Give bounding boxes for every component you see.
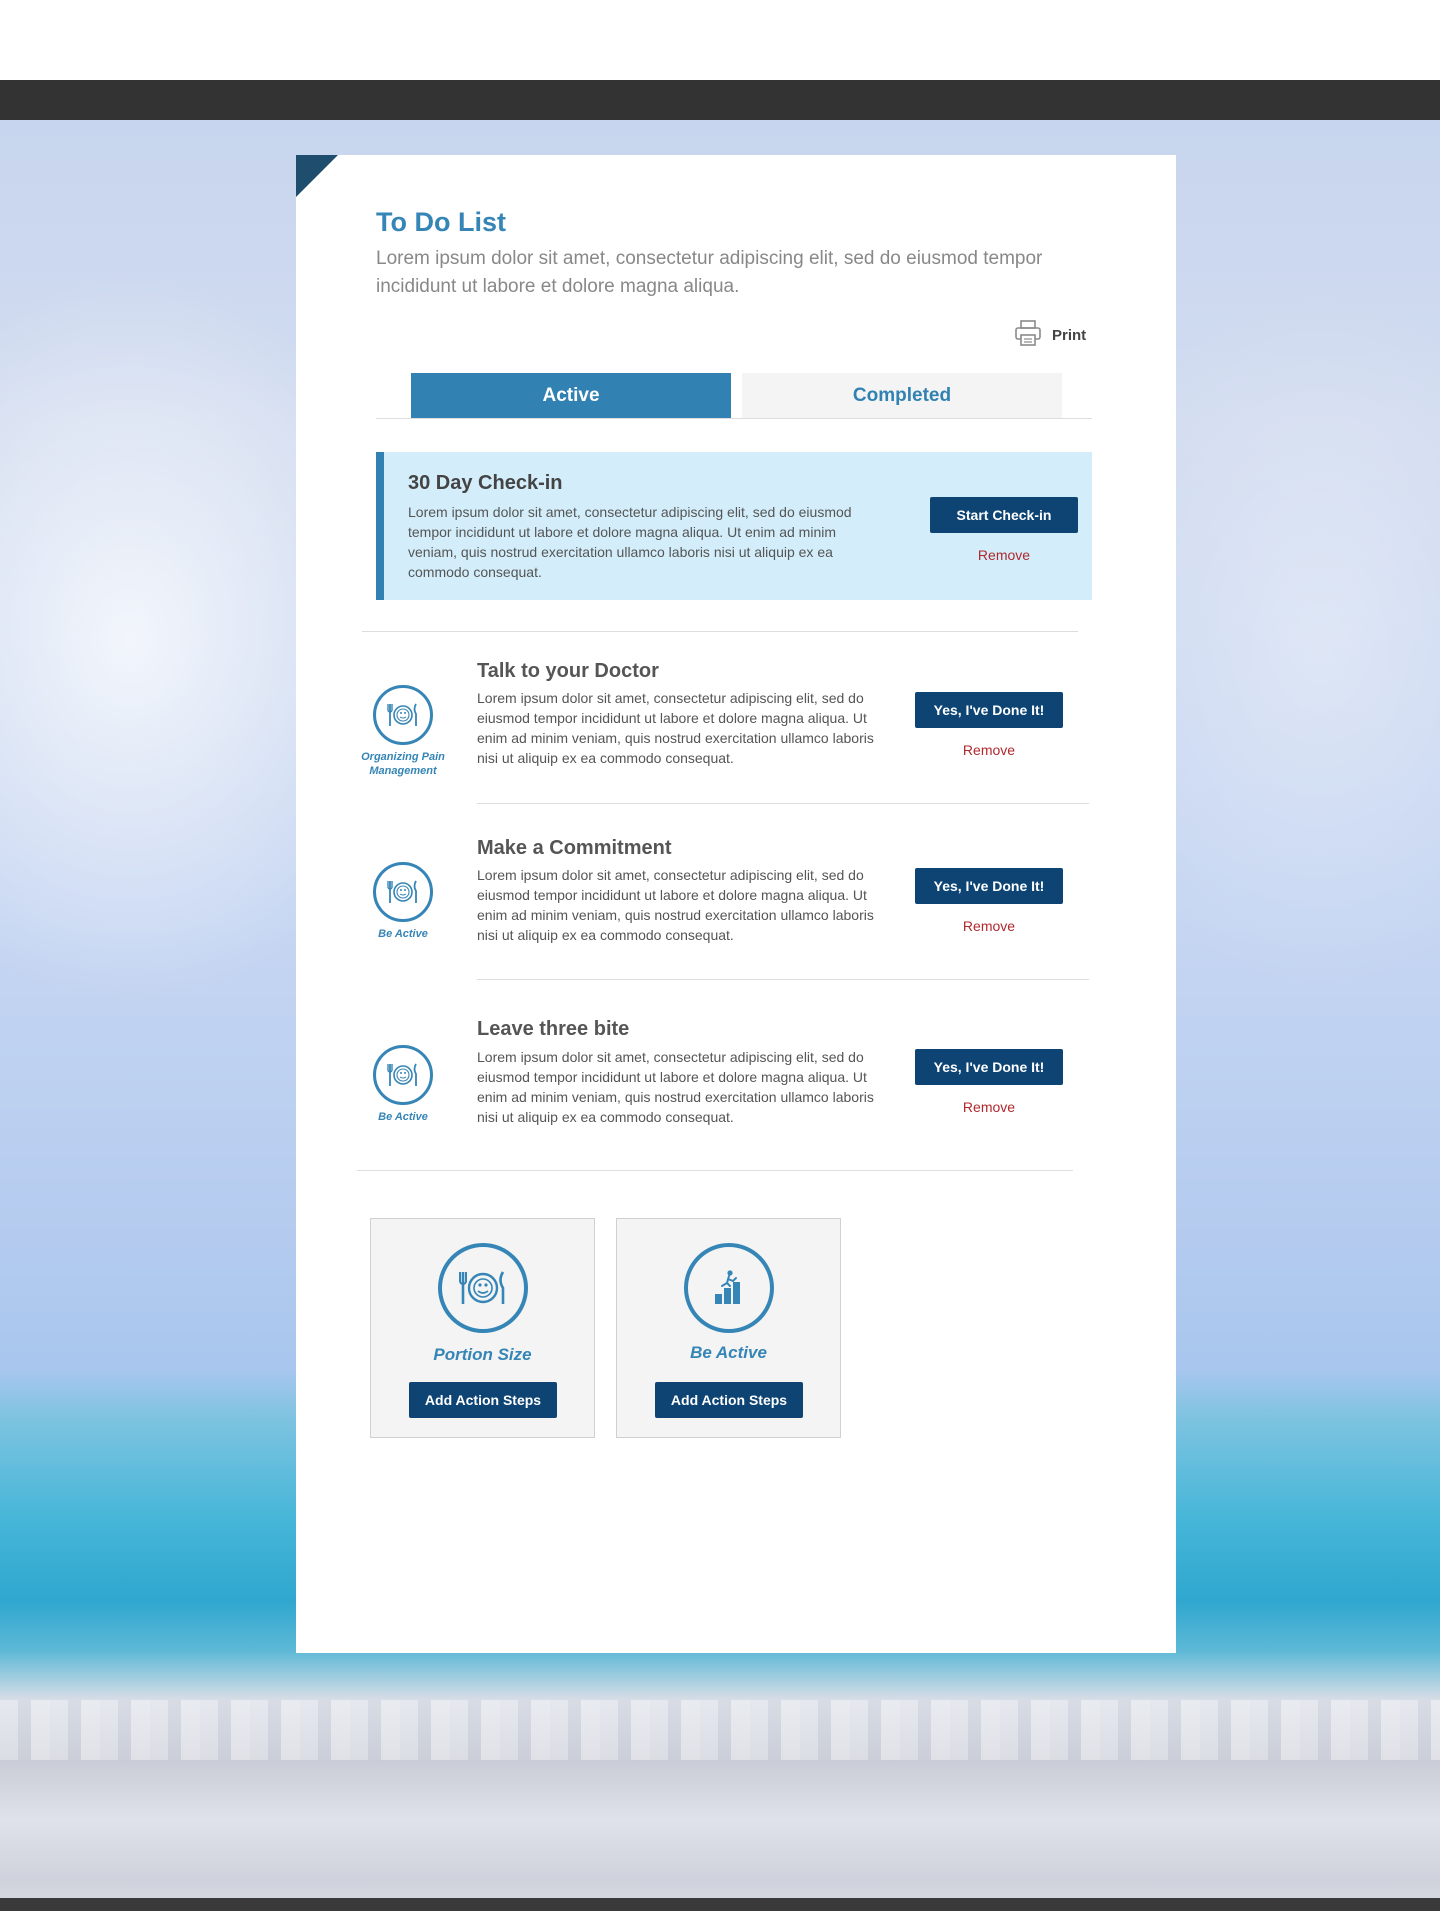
tab-active[interactable]: Active — [411, 373, 731, 419]
task-item: Be Active Leave three bite Lorem ipsum d… — [296, 1018, 1176, 1158]
task-category: Be Active — [378, 928, 428, 940]
checkin-panel: 30 Day Check-in Lorem ipsum dolor sit am… — [376, 452, 1092, 600]
page-title: To Do List — [376, 207, 506, 237]
action-tile: Be Active Add Action Steps — [616, 1218, 841, 1438]
todo-card: To Do List Lorem ipsum dolor sit amet, c… — [296, 155, 1176, 1653]
section-divider — [362, 631, 1078, 632]
task-title: Leave three bite — [477, 1018, 630, 1040]
printer-icon — [1014, 319, 1042, 351]
plate-fork-knife-icon — [373, 1045, 433, 1105]
remove-link[interactable]: Remove — [915, 1099, 1063, 1115]
done-button[interactable]: Yes, I've Done It! — [915, 868, 1063, 904]
task-title: Make a Commitment — [477, 837, 672, 859]
add-action-steps-button[interactable]: Add Action Steps — [655, 1382, 803, 1418]
section-divider — [357, 1170, 1073, 1171]
task-title: Talk to your Doctor — [477, 660, 659, 682]
action-tile: Portion Size Add Action Steps — [370, 1218, 595, 1438]
tile-label: Be Active — [690, 1343, 767, 1362]
running-chart-icon — [684, 1243, 774, 1333]
task-item: Organizing Pain Management Talk to your … — [296, 660, 1176, 800]
task-description: Lorem ipsum dolor sit amet, consectetur … — [477, 690, 874, 766]
plate-fork-knife-icon — [373, 685, 433, 745]
plate-fork-knife-icon — [438, 1243, 528, 1333]
checkin-description: Lorem ipsum dolor sit amet, consectetur … — [408, 504, 852, 580]
plate-fork-knife-icon — [373, 862, 433, 922]
start-checkin-button[interactable]: Start Check-in — [930, 497, 1078, 533]
print-label: Print — [1052, 326, 1087, 344]
remove-link[interactable]: Remove — [915, 742, 1063, 758]
task-description: Lorem ipsum dolor sit amet, consectetur … — [477, 867, 874, 943]
wave-foam — [0, 1700, 1440, 1760]
task-divider — [477, 979, 1089, 980]
task-divider — [477, 803, 1089, 804]
remove-link[interactable]: Remove — [915, 918, 1063, 934]
top-nav-bar — [0, 80, 1440, 120]
task-item: Be Active Make a Commitment Lorem ipsum … — [296, 837, 1176, 977]
tab-completed[interactable]: Completed — [742, 373, 1062, 419]
done-button[interactable]: Yes, I've Done It! — [915, 1049, 1063, 1085]
task-category: Be Active — [378, 1111, 428, 1123]
task-description: Lorem ipsum dolor sit amet, consectetur … — [477, 1049, 874, 1125]
page-subtitle: Lorem ipsum dolor sit amet, consectetur … — [376, 248, 1043, 297]
task-category: Organizing Pain Management — [361, 751, 445, 777]
done-button[interactable]: Yes, I've Done It! — [915, 692, 1063, 728]
checkin-title: 30 Day Check-in — [408, 472, 563, 494]
tile-label: Portion Size — [433, 1345, 532, 1364]
print-button[interactable]: Print — [1014, 319, 1087, 351]
tab-divider — [376, 418, 1092, 419]
bottom-edge-bar — [0, 1898, 1440, 1911]
add-action-steps-button[interactable]: Add Action Steps — [409, 1382, 557, 1418]
top-whitespace — [0, 0, 1440, 80]
checkin-remove-link[interactable]: Remove — [930, 547, 1078, 563]
corner-accent — [296, 155, 338, 197]
